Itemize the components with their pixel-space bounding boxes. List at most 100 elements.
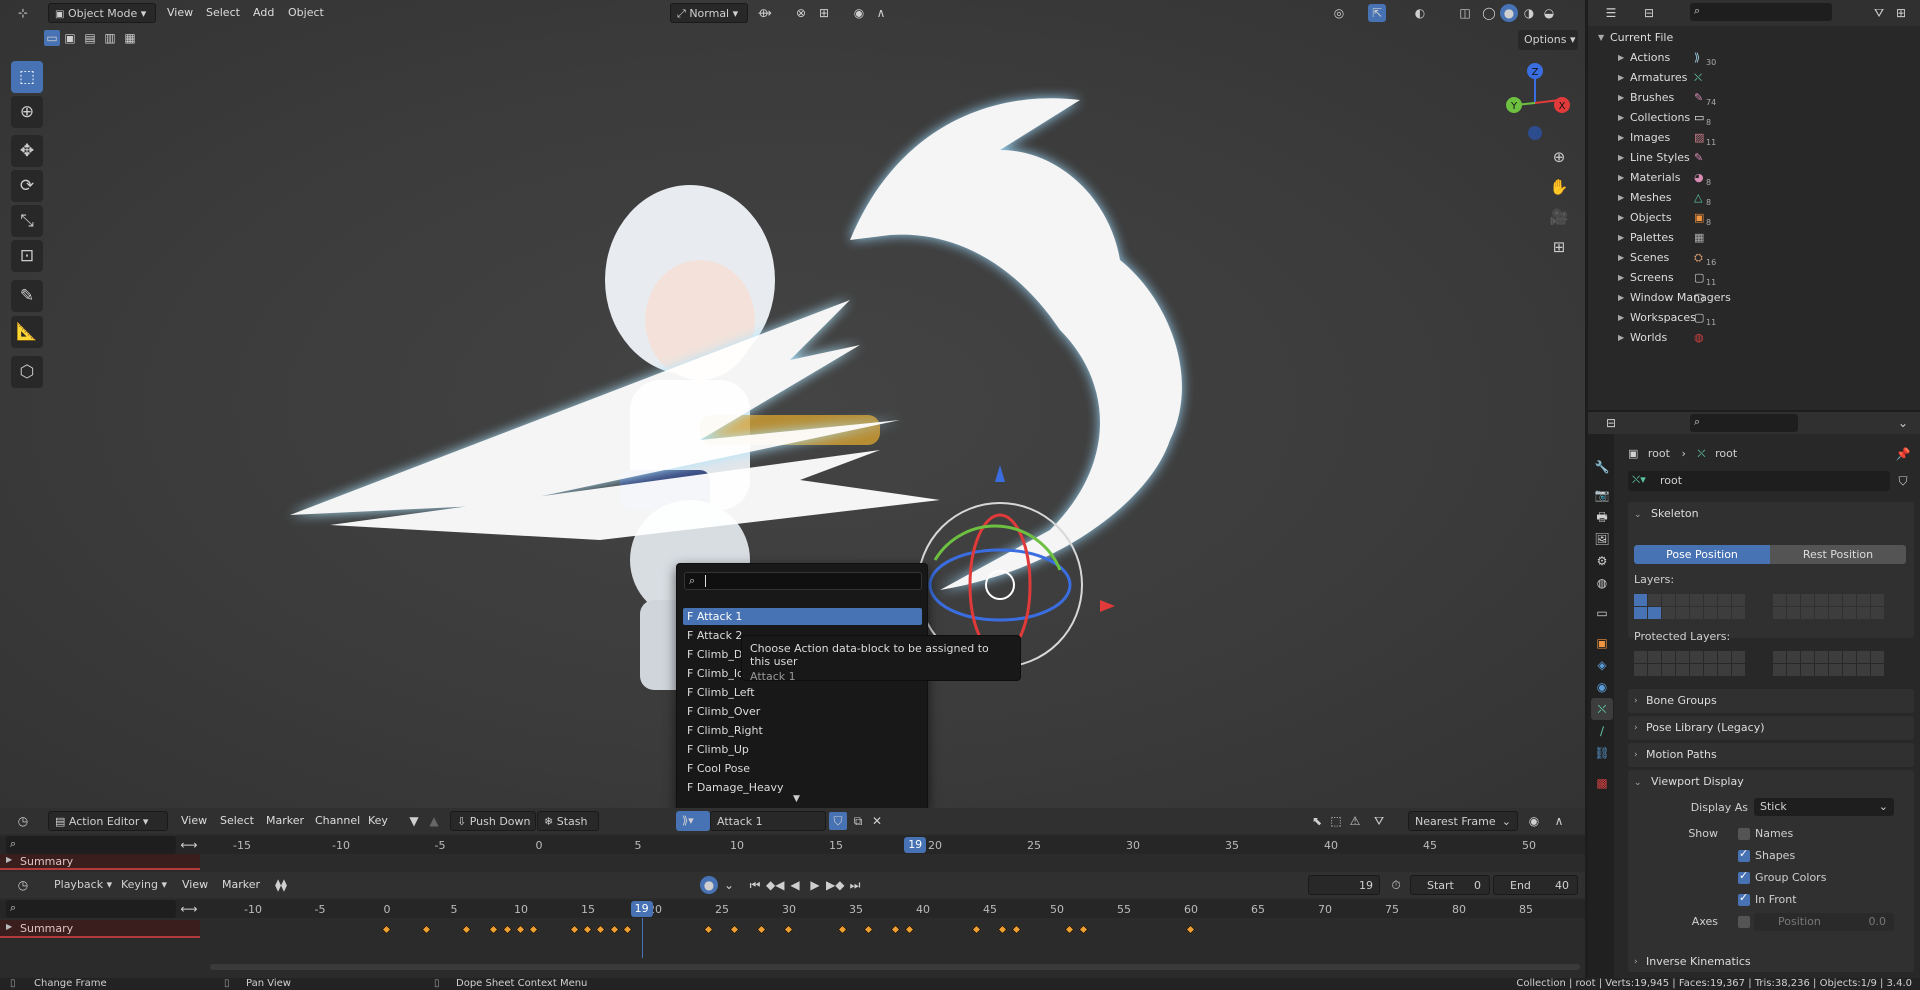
world-tab-icon[interactable]: ◍ — [1591, 572, 1613, 594]
prev-keyframe-icon[interactable]: ◆◀ — [766, 876, 784, 894]
options-button[interactable]: Options ▾ — [1518, 30, 1578, 50]
tool-tab-icon[interactable]: 🔧 — [1591, 456, 1613, 478]
select-subtract-icon[interactable]: ▤ — [82, 30, 98, 46]
menu-select[interactable]: Select — [200, 3, 246, 23]
menu-view[interactable]: View — [176, 875, 214, 895]
menu-marker[interactable]: Marker — [216, 875, 266, 895]
keyframe[interactable] — [1185, 924, 1196, 935]
move-tool-icon[interactable]: ✥ — [11, 135, 43, 167]
outliner-item[interactable]: ▶ Armatures ⛌ — [1588, 68, 1920, 88]
start-frame-field[interactable]: Start 0 — [1410, 875, 1490, 895]
chevron-down-icon[interactable]: ⌄ — [720, 876, 738, 894]
stopwatch-icon[interactable]: ⏱ — [1387, 876, 1405, 894]
close-icon[interactable]: ✕ — [868, 812, 886, 830]
inverse-kinematics-panel[interactable]: › Inverse Kinematics — [1628, 952, 1914, 972]
physics-tab-icon[interactable]: ◉ — [1591, 676, 1613, 698]
action-item[interactable]: F Climb_Up — [683, 741, 922, 758]
menu-object[interactable]: Object — [282, 3, 330, 23]
viewport-display-header[interactable]: ⌄ Viewport Display — [1634, 772, 1744, 792]
menu-add[interactable]: Add — [247, 3, 280, 23]
bone-layers-grid-b[interactable] — [1773, 594, 1884, 619]
snap-target-icon[interactable]: ⊞ — [815, 4, 833, 22]
select-intersect-icon[interactable]: ▦ — [122, 30, 138, 46]
keyframe[interactable] — [515, 924, 526, 935]
action-editor[interactable]: ◷ ▤ Action Editor ▾ View Select Marker C… — [0, 808, 1585, 872]
select-extend-icon[interactable]: ▣ — [62, 30, 78, 46]
outliner-item[interactable]: ▶ Palettes ▦ — [1588, 228, 1920, 248]
texture-tab-icon[interactable]: ▩ — [1591, 772, 1613, 794]
armature-datablock-field[interactable]: ⛌▾ root — [1628, 471, 1890, 491]
keyframe[interactable] — [997, 924, 1008, 935]
keyframe[interactable] — [622, 924, 633, 935]
outliner-item[interactable]: ▶ Collections ▭ 8 — [1588, 108, 1920, 128]
pivot-icon[interactable]: ⟴ — [756, 4, 774, 22]
pose-position-button[interactable]: Pose Position — [1634, 545, 1770, 564]
keyframe-track[interactable] — [0, 918, 1585, 958]
names-checkbox[interactable] — [1738, 828, 1750, 840]
menu-view[interactable]: View — [175, 811, 213, 831]
properties-search-input[interactable]: ⌕ — [1690, 414, 1798, 432]
keyframe[interactable] — [863, 924, 874, 935]
keyframe[interactable] — [609, 924, 620, 935]
action-editor-ruler[interactable]: ⌕ ⟷ -15 -10 -5 0 5 10 15 20 25 30 35 40 45 50 19 — [0, 836, 1585, 854]
axes-checkbox[interactable] — [1738, 916, 1750, 928]
outliner-item[interactable]: ▶ Images ▨ 11 — [1588, 128, 1920, 148]
duplicate-icon[interactable]: ⧉ — [849, 812, 867, 830]
axes-position-field[interactable]: Position 0.0 — [1754, 913, 1894, 931]
new-collection-icon[interactable]: ⊞ — [1892, 4, 1910, 22]
layer-down-icon[interactable]: ▼ — [405, 812, 423, 830]
outliner-item[interactable]: ▶ Line Styles ✎ — [1588, 148, 1920, 168]
menu-key[interactable]: Key — [362, 811, 394, 831]
action-item[interactable]: F Cool Pose — [683, 760, 922, 777]
object-tab-icon[interactable]: ▣ — [1591, 632, 1613, 654]
bone-groups-panel[interactable]: › Bone Groups — [1628, 689, 1914, 713]
keyframe[interactable] — [703, 924, 714, 935]
fake-user-shield-icon[interactable]: ⛉ — [829, 812, 847, 830]
keyframe[interactable] — [971, 924, 982, 935]
outliner-item[interactable]: ▶ Objects ▣ 8 — [1588, 208, 1920, 228]
summary-channel[interactable]: ▶ Summary — [0, 854, 200, 870]
snap-icon[interactable]: ⊗ — [792, 4, 810, 22]
pose-library-panel[interactable]: › Pose Library (Legacy) — [1628, 716, 1914, 740]
keyframe[interactable] — [904, 924, 915, 935]
menu-select[interactable]: Select — [214, 811, 260, 831]
perspective-grid-icon[interactable]: ⊞ — [1546, 234, 1572, 260]
jump-start-icon[interactable]: ⏮ — [746, 876, 764, 894]
timeline-editor-icon[interactable]: ◷ — [14, 876, 32, 894]
outliner-item[interactable]: ▶ Screens ▢ 11 — [1588, 268, 1920, 288]
motion-paths-panel[interactable]: › Motion Paths — [1628, 743, 1914, 767]
display-mode-icon[interactable]: ⊟ — [1640, 4, 1658, 22]
armature-data-tab-icon[interactable]: ⛌ — [1591, 698, 1613, 720]
only-selected-icon[interactable]: ⬉ — [1308, 812, 1326, 830]
playback-menu[interactable]: Playback ▾ — [48, 875, 112, 895]
collection-tab-icon[interactable]: ▭ — [1591, 602, 1613, 624]
end-frame-field[interactable]: End 40 — [1493, 875, 1578, 895]
outliner-item[interactable]: ▶ Workspaces ▢ 11 — [1588, 308, 1920, 328]
outliner-item[interactable]: ▶ Worlds ◍ — [1588, 328, 1920, 348]
action-browse-button[interactable]: ⟫▾ — [676, 811, 710, 831]
keyframe[interactable] — [381, 924, 392, 935]
play-reverse-icon[interactable]: ◀ — [786, 876, 804, 894]
horizontal-scrollbar[interactable] — [210, 964, 1580, 970]
skeleton-panel-header[interactable]: ⌄ Skeleton — [1634, 504, 1699, 524]
camera-icon[interactable]: 🎥 — [1546, 204, 1572, 230]
rendered-shading-icon[interactable]: ◒ — [1540, 4, 1558, 22]
outliner-item[interactable]: ▶ Actions ⟫ 30 — [1588, 48, 1920, 68]
modifier-tab-icon[interactable]: ◈ — [1591, 654, 1613, 676]
proportional-edit-icon[interactable]: ◉ — [850, 4, 868, 22]
jump-end-icon[interactable]: ⏭ — [846, 876, 864, 894]
pin-icon[interactable]: 📌 — [1894, 445, 1912, 463]
navigation-gizmo[interactable]: Z X Y — [1500, 58, 1570, 143]
action-search-input[interactable]: ⌕ — [684, 572, 922, 590]
keyframe[interactable] — [1078, 924, 1089, 935]
rest-position-button[interactable]: Rest Position — [1770, 545, 1906, 564]
action-item[interactable]: F Climb_Over — [683, 703, 922, 720]
dopesheet-editor-icon[interactable]: ◷ — [14, 812, 32, 830]
push-down-button[interactable]: ⇩ Push Down — [450, 811, 536, 831]
swap-icon[interactable]: ⟷ — [180, 900, 198, 918]
mode-selector[interactable]: ▣ Object Mode ▾ — [48, 3, 156, 23]
material-shading-icon[interactable]: ◑ — [1520, 4, 1538, 22]
annotate-tool-icon[interactable]: ✎ — [11, 280, 43, 312]
keyframe[interactable] — [595, 924, 606, 935]
timeline-ruler[interactable]: ⌕ ⟷ -10 -5 0 5 10 15 20 25 30 35 40 45 50 55 60 65 70 75 8… — [0, 900, 1585, 918]
